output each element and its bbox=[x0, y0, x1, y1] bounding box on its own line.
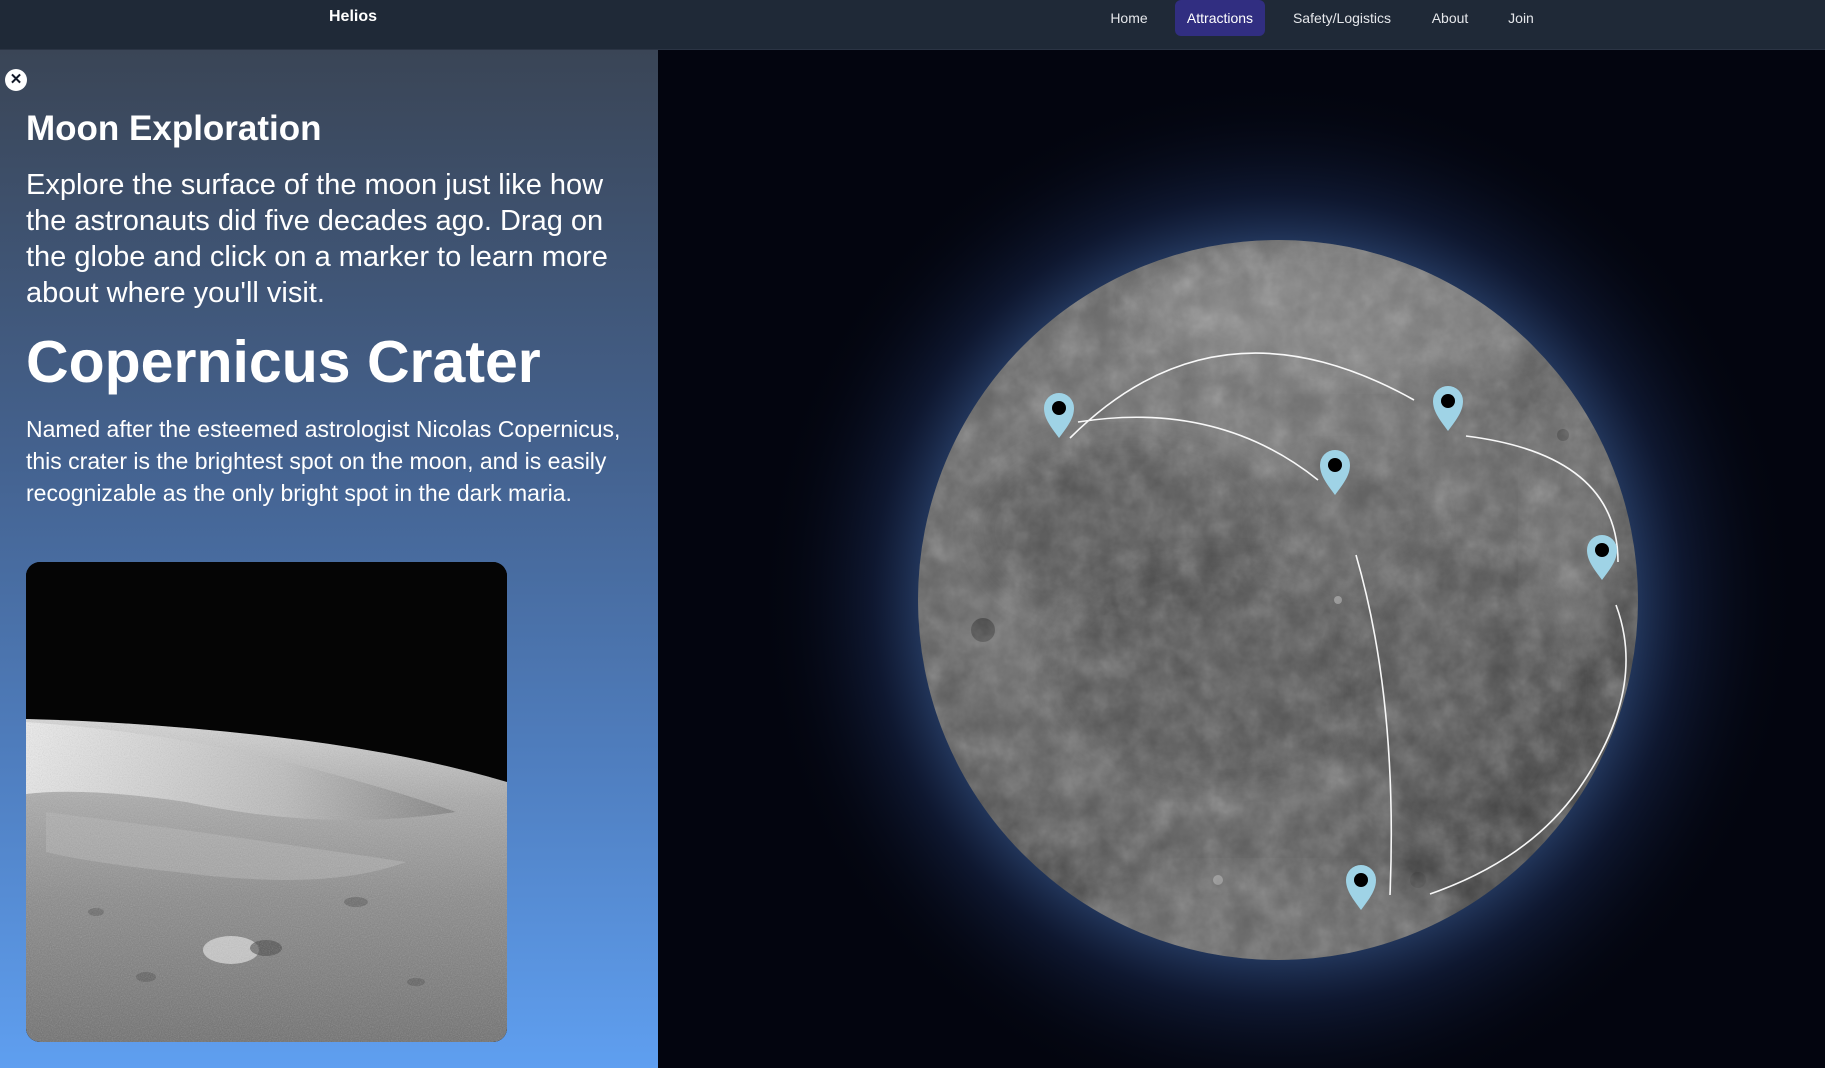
nav-join[interactable]: Join bbox=[1497, 0, 1545, 36]
top-navigation-bar: Helios Home Attractions Safety/Logistics… bbox=[0, 0, 1825, 50]
nav-home[interactable]: Home bbox=[1100, 0, 1158, 36]
crater-photo bbox=[26, 562, 507, 1042]
brand-logo[interactable]: Helios bbox=[329, 8, 377, 26]
moon-globe-viewer[interactable] bbox=[658, 50, 1825, 1068]
info-panel: ✕ Moon Exploration Explore the surface o… bbox=[0, 50, 658, 1068]
site-description: Named after the esteemed astrologist Nic… bbox=[26, 416, 621, 506]
panel-intro-text: Explore the surface of the moon just lik… bbox=[26, 169, 608, 309]
nav-safety-logistics[interactable]: Safety/Logistics bbox=[1282, 0, 1402, 36]
panel-title: Moon Exploration bbox=[26, 109, 322, 148]
close-panel-button[interactable]: ✕ bbox=[5, 69, 27, 91]
nav-about[interactable]: About bbox=[1420, 0, 1480, 36]
nav-attractions[interactable]: Attractions bbox=[1175, 0, 1265, 36]
site-title: Copernicus Crater bbox=[26, 329, 541, 395]
